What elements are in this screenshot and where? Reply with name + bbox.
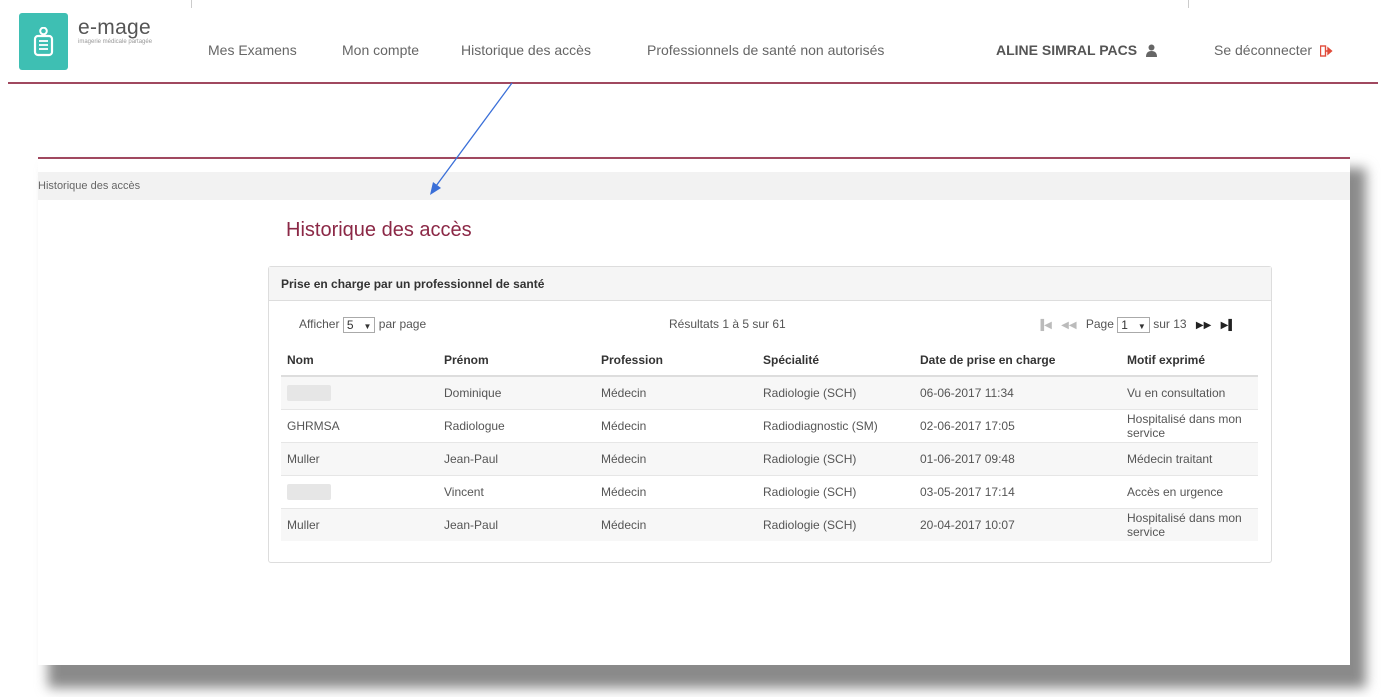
cell-date: 02-06-2017 17:05 [914,409,1121,443]
page-navigation: ▐◀ ◀◀ Page 1 ▼ sur 13 ▶▶ ▶▌ [1037,317,1235,333]
prev-page-icon[interactable]: ◀◀ [1061,320,1076,331]
cell-specialite: Radiologie (SCH) [757,508,914,541]
table-header-row: Nom Prénom Profession Spécialité Date de… [281,345,1258,377]
cell-specialite: Radiologie (SCH) [757,475,914,509]
chevron-down-icon: ▼ [1137,322,1146,331]
per-page-label: par page [378,317,427,332]
cell-prenom: Radiologue [438,409,595,443]
cell-specialite: Radiodiagnostic (SM) [757,409,914,443]
page-label: Page [1085,317,1114,332]
top-nav: e-mage imagerie médicale partagée Mes Ex… [8,0,1378,84]
first-page-icon[interactable]: ▐◀ [1037,320,1052,331]
nav-mon-compte[interactable]: Mon compte [342,42,419,58]
cell-motif: Accès en urgence [1121,475,1258,509]
table-row[interactable]: Vincent Médecin Radiologie (SCH) 03-05-2… [281,475,1258,509]
logo-icon[interactable] [19,13,68,70]
page-total: sur 13 [1153,317,1187,332]
card-title: Prise en charge par un professionnel de … [269,267,1271,301]
col-nom[interactable]: Nom [281,345,438,377]
cell-prenom: Vincent [438,475,595,509]
cell-specialite: Radiologie (SCH) [757,375,914,410]
table-row[interactable]: Muller Jean-Paul Médecin Radiologie (SCH… [281,508,1258,541]
show-label: Afficher [299,317,340,332]
cell-date: 20-04-2017 10:07 [914,508,1121,541]
cell-date: 03-05-2017 17:14 [914,475,1121,509]
nav-historique-des-acces[interactable]: Historique des accès [461,42,591,58]
breadcrumb: Historique des accès [38,172,1350,200]
cell-prenom: Jean-Paul [438,442,595,476]
cell-nom: GHRMSA [281,409,438,443]
access-history-card: Prise en charge par un professionnel de … [268,266,1272,563]
cell-nom: Muller [281,442,438,476]
table-row[interactable]: Muller Jean-Paul Médecin Radiologie (SCH… [281,442,1258,476]
cell-motif: Médecin traitant [1121,442,1258,476]
last-page-icon[interactable]: ▶▌ [1221,320,1236,331]
cell-profession: Médecin [595,375,757,410]
cell-motif: Hospitalisé dans mon service [1121,508,1258,541]
col-specialite[interactable]: Spécialité [757,345,914,377]
cell-motif: Vu en consultation [1121,375,1258,410]
cell-nom [281,475,438,509]
user-menu[interactable]: ALINE SIMRAL PACS [996,42,1158,58]
brand-name: e-mage [78,16,152,39]
page-size-select[interactable]: 5 ▼ [342,317,376,333]
chevron-down-icon: ▼ [363,322,372,331]
nav-divider [191,0,192,8]
page-size-control: Afficher 5 ▼ par page [299,317,426,333]
col-profession[interactable]: Profession [595,345,757,377]
table-row[interactable]: GHRMSA Radiologue Médecin Radiodiagnosti… [281,409,1258,443]
next-page-icon[interactable]: ▶▶ [1196,320,1211,331]
nav-mes-examens[interactable]: Mes Examens [208,42,297,58]
nav-professionnels-non-autorises[interactable]: Professionnels de santé non autorisés [647,42,884,58]
user-icon [1145,44,1157,57]
brand[interactable]: e-mage imagerie médicale partagée [78,16,153,46]
cell-nom [281,375,438,410]
nav-divider [1188,0,1189,8]
col-date[interactable]: Date de prise en charge [914,345,1121,377]
brand-tagline: imagerie médicale partagée [78,39,153,45]
logout-label: Se déconnecter [1214,42,1313,58]
page-value: 1 [1121,318,1128,332]
person-icon [33,27,54,57]
redacted-name [287,484,331,500]
page-title: Historique des accès [286,219,472,241]
cell-profession: Médecin [595,442,757,476]
access-table: Nom Prénom Profession Spécialité Date de… [281,345,1258,541]
table-row[interactable]: Dominique Médecin Radiologie (SCH) 06-06… [281,375,1258,410]
results-count: Résultats 1 à 5 sur 61 [669,317,786,331]
redacted-name [287,385,331,401]
logout-icon [1319,45,1333,57]
cell-specialite: Radiologie (SCH) [757,442,914,476]
cell-date: 01-06-2017 09:48 [914,442,1121,476]
cell-prenom: Jean-Paul [438,508,595,541]
logout-link[interactable]: Se déconnecter [1214,42,1333,58]
cell-profession: Médecin [595,475,757,509]
cell-date: 06-06-2017 11:34 [914,375,1121,410]
main-panel: Historique des accès Historique des accè… [38,157,1350,665]
user-name: ALINE SIMRAL PACS [996,42,1138,58]
cell-motif: Hospitalisé dans mon service [1121,409,1258,443]
cell-profession: Médecin [595,409,757,443]
cell-prenom: Dominique [438,375,595,410]
page-select[interactable]: 1 ▼ [1117,317,1150,333]
col-motif[interactable]: Motif exprimé [1121,345,1258,377]
cell-nom: Muller [281,508,438,541]
col-prenom[interactable]: Prénom [438,345,595,377]
cell-profession: Médecin [595,508,757,541]
page-size-value: 5 [346,318,354,332]
pager: Afficher 5 ▼ par page Résultats 1 à 5 sur… [269,317,1271,337]
